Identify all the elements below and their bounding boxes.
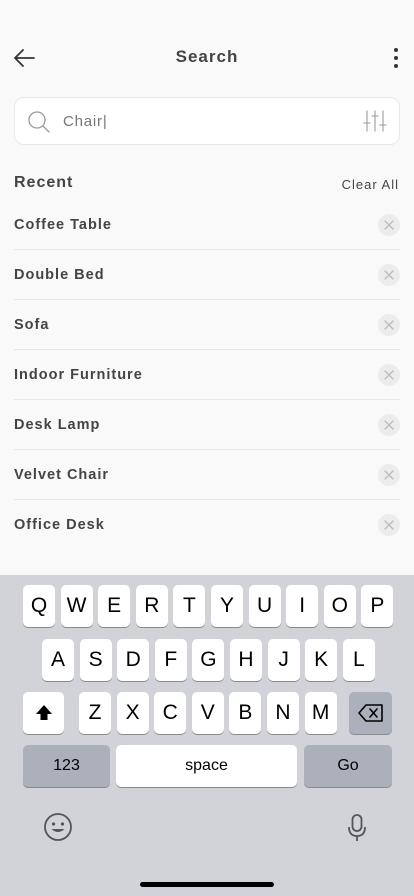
recent-item[interactable]: Double Bed [14, 250, 400, 300]
shift-icon [35, 705, 52, 720]
recent-title: Recent [14, 174, 74, 191]
recent-item[interactable]: Indoor Furniture [14, 350, 400, 400]
recent-item[interactable]: Coffee Table [14, 200, 400, 250]
recent-item-label: Indoor Furniture [14, 367, 143, 383]
key-a[interactable]: A [42, 639, 74, 681]
close-icon [384, 220, 394, 230]
key-l[interactable]: L [342, 639, 375, 681]
remove-recent-button[interactable] [378, 314, 400, 336]
search-box [14, 97, 400, 145]
key-k[interactable]: K [305, 639, 338, 681]
key-t[interactable]: T [173, 585, 206, 627]
space-key[interactable]: space [116, 745, 297, 787]
key-e[interactable]: E [98, 585, 131, 627]
sliders-icon[interactable] [363, 109, 387, 133]
recent-item[interactable]: Sofa [14, 300, 400, 350]
key-f[interactable]: F [154, 639, 187, 681]
close-icon [384, 320, 394, 330]
key-i[interactable]: I [286, 585, 319, 627]
key-q[interactable]: Q [23, 585, 55, 627]
recent-list: Coffee Table Double Bed Sofa Indoor Furnitu… [14, 200, 400, 550]
go-key[interactable]: Go [304, 745, 392, 787]
key-b[interactable]: B [229, 692, 262, 734]
recent-item[interactable]: Desk Lamp [14, 400, 400, 450]
more-options-button[interactable] [384, 42, 408, 74]
key-v[interactable]: V [191, 692, 224, 734]
search-icon [28, 111, 50, 133]
more-vertical-icon [394, 48, 398, 52]
key-r[interactable]: R [135, 585, 168, 627]
close-icon [384, 470, 394, 480]
key-u[interactable]: U [248, 585, 281, 627]
recent-header: Recent Clear All [14, 174, 400, 196]
search-input[interactable] [63, 98, 353, 144]
recent-item-label: Desk Lamp [14, 417, 101, 433]
key-c[interactable]: C [154, 692, 187, 734]
key-s[interactable]: S [79, 639, 112, 681]
recent-item-label: Sofa [14, 317, 50, 333]
key-o[interactable]: O [323, 585, 356, 627]
microphone-icon[interactable] [346, 813, 368, 843]
keyboard: Q W E R T Y U I O P A S D F G H J K L Z X C V B N M 123 space Go [0, 575, 414, 896]
shift-key[interactable] [23, 692, 64, 734]
backspace-icon [357, 704, 383, 722]
home-indicator [140, 882, 274, 887]
recent-item[interactable]: Velvet Chair [14, 450, 400, 500]
backspace-key[interactable] [349, 692, 392, 734]
remove-recent-button[interactable] [378, 514, 400, 536]
key-h[interactable]: H [230, 639, 262, 681]
emoji-icon[interactable] [43, 812, 73, 842]
key-j[interactable]: J [267, 639, 300, 681]
recent-item[interactable]: Office Desk [14, 500, 400, 550]
recent-item-label: Velvet Chair [14, 467, 110, 483]
remove-recent-button[interactable] [378, 364, 400, 386]
key-d[interactable]: D [117, 639, 150, 681]
recent-item-label: Office Desk [14, 517, 105, 533]
key-x[interactable]: X [116, 692, 149, 734]
close-icon [384, 520, 394, 530]
key-m[interactable]: M [304, 692, 337, 734]
key-z[interactable]: Z [79, 692, 111, 734]
key-p[interactable]: P [361, 585, 394, 627]
key-y[interactable]: Y [211, 585, 243, 627]
close-icon [384, 370, 394, 380]
recent-item-label: Double Bed [14, 267, 105, 283]
clear-all-button[interactable]: Clear All [342, 177, 399, 192]
key-g[interactable]: G [192, 639, 225, 681]
close-icon [384, 270, 394, 280]
page-title: Search [175, 47, 239, 66]
recent-item-label: Coffee Table [14, 217, 112, 233]
remove-recent-button[interactable] [378, 464, 400, 486]
remove-recent-button[interactable] [378, 264, 400, 286]
remove-recent-button[interactable] [378, 414, 400, 436]
remove-recent-button[interactable] [378, 214, 400, 236]
key-w[interactable]: W [60, 585, 93, 627]
close-icon [384, 420, 394, 430]
numbers-key[interactable]: 123 [23, 745, 110, 787]
key-n[interactable]: N [267, 692, 299, 734]
